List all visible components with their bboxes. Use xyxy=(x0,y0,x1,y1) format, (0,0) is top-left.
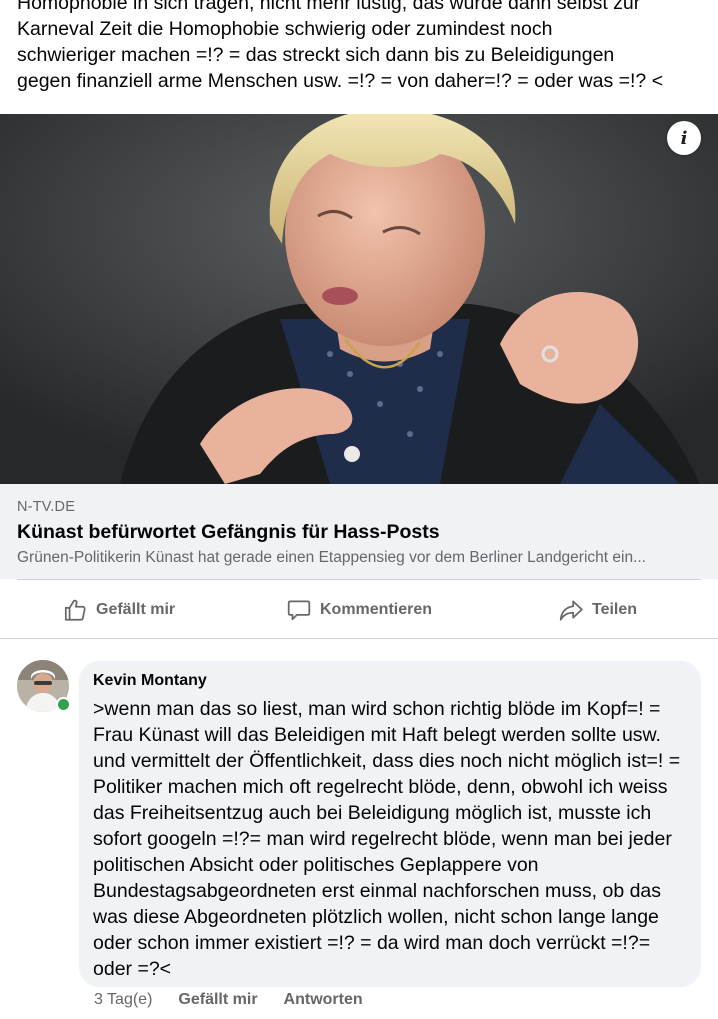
comment-like-button[interactable]: Gefällt mir xyxy=(178,991,257,1009)
comment-body: >wenn man das so liest, man wird schon r… xyxy=(93,698,681,980)
comment-bubble: Kevin Montany >wenn man das so liest, ma… xyxy=(79,661,701,987)
thumbs-up-icon xyxy=(64,599,86,621)
post-text-line: Karneval Zeit die Homophobie schwierig o… xyxy=(17,18,553,40)
comment-label: Kommentieren xyxy=(320,601,433,618)
post-text: Homophobie in sich tragen, nicht mehr lu… xyxy=(0,0,718,114)
post-text-line: gegen finanziell arme Menschen usw. =!? … xyxy=(17,70,664,92)
post-text-line: schwieriger machen =!? = das streckt sic… xyxy=(17,44,615,66)
link-preview-image[interactable]: i xyxy=(0,114,718,484)
link-title[interactable]: Künast befürwortet Gefängnis für Hass-Po… xyxy=(17,521,707,548)
comment-actions: 3 Tag(e) Gefällt mir Antworten xyxy=(94,991,363,1009)
link-domain: N-TV.DE xyxy=(17,499,76,515)
link-meta[interactable]: N-TV.DE Künast befürwortet Gefängnis für… xyxy=(17,499,707,567)
like-label: Gefällt mir xyxy=(96,601,176,618)
comment-icon xyxy=(287,600,311,621)
comment-timestamp[interactable]: 3 Tag(e) xyxy=(94,991,152,1009)
link-description: Grünen-Politikerin Künast hat gerade ein… xyxy=(17,549,646,566)
share-button[interactable]: Teilen xyxy=(558,597,637,623)
link-preview-card[interactable]: i N-TV.DE Künast befürwortet Gefängnis f… xyxy=(0,114,718,579)
share-icon xyxy=(559,600,583,621)
online-status-indicator xyxy=(56,697,71,712)
photo-illustration xyxy=(0,114,718,484)
comment: Kevin Montany >wenn man das so liest, ma… xyxy=(0,639,718,1019)
comment-reply-button[interactable]: Antworten xyxy=(284,991,363,1009)
post-action-bar: Gefällt mir Kommentieren Teilen xyxy=(0,580,718,638)
comment-button[interactable]: Kommentieren xyxy=(286,597,432,623)
info-icon[interactable]: i xyxy=(667,121,701,155)
comment-author[interactable]: Kevin Montany xyxy=(93,672,687,696)
share-label: Teilen xyxy=(592,601,638,618)
post-text-line: Homophobie in sich tragen, nicht mehr lu… xyxy=(17,0,641,14)
like-button[interactable]: Gefällt mir xyxy=(62,597,175,623)
